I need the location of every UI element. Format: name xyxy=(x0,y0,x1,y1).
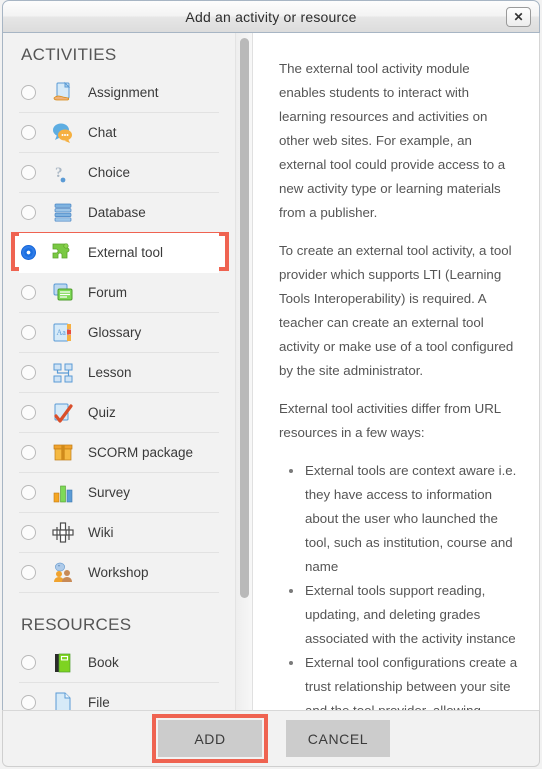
description-bullet: External tool configurations create a tr… xyxy=(289,651,519,712)
scrollbar-thumb[interactable] xyxy=(240,38,249,598)
description-paragraph: External tool activities differ from URL… xyxy=(279,401,501,440)
radio-button[interactable] xyxy=(21,245,36,260)
quiz-icon xyxy=(50,400,76,426)
dialog-body: ACTIVITIES Assignment Chat? Choice Database E… xyxy=(2,33,540,712)
cancel-button[interactable]: CANCEL xyxy=(286,720,390,757)
activity-option-label: Database xyxy=(88,205,146,220)
radio-button[interactable] xyxy=(21,165,36,180)
activity-option-choice[interactable]: ? Choice xyxy=(19,153,219,193)
radio-button[interactable] xyxy=(21,525,36,540)
activity-option-lesson[interactable]: Lesson xyxy=(19,353,219,393)
section-title-activities: ACTIVITIES xyxy=(21,45,117,64)
chat-icon xyxy=(50,120,76,146)
radio-button[interactable] xyxy=(21,565,36,580)
radio-button[interactable] xyxy=(21,205,36,220)
section-title-resources: RESOURCES xyxy=(21,615,132,634)
forum-icon xyxy=(50,280,76,306)
radio-button[interactable] xyxy=(21,485,36,500)
glossary-icon: Aa xyxy=(50,320,76,346)
radio-button[interactable] xyxy=(21,445,36,460)
radio-button[interactable] xyxy=(21,695,36,710)
activity-option-label: File xyxy=(88,695,110,710)
add-button-highlight: ADD xyxy=(152,714,268,763)
file-icon xyxy=(50,690,76,712)
activity-option-wiki[interactable]: Wiki xyxy=(19,513,219,553)
dialog-titlebar: Add an activity or resource ✕ xyxy=(2,0,540,33)
description-bullet-list: External tools are context aware i.e. th… xyxy=(279,459,519,712)
wiki-icon xyxy=(50,520,76,546)
activity-option-label: Wiki xyxy=(88,525,114,540)
add-button[interactable]: ADD xyxy=(158,720,262,757)
activity-option-glossary[interactable]: Aa Glossary xyxy=(19,313,219,353)
activity-option-database[interactable]: Database xyxy=(19,193,219,233)
activity-option-label: Quiz xyxy=(88,405,116,420)
radio-button[interactable] xyxy=(21,405,36,420)
activity-option-label: Survey xyxy=(88,485,131,500)
radio-button[interactable] xyxy=(21,365,36,380)
activity-option-chat[interactable]: Chat xyxy=(19,113,219,153)
radio-button[interactable] xyxy=(21,655,36,670)
activity-option-label: Glossary xyxy=(88,325,142,340)
activity-option-label: Choice xyxy=(88,165,131,180)
dialog-title: Add an activity or resource xyxy=(185,9,357,25)
activity-option-quiz[interactable]: Quiz xyxy=(19,393,219,433)
svg-text:Aa: Aa xyxy=(57,328,67,337)
dialog-footer: ADD CANCEL xyxy=(2,710,540,767)
book-icon xyxy=(50,650,76,676)
activity-option-label: External tool xyxy=(88,245,164,260)
lesson-icon xyxy=(50,360,76,386)
activity-option-scorm-package[interactable]: SCORM package xyxy=(19,433,219,473)
activity-option-label: Assignment xyxy=(88,85,159,100)
choice-icon: ? xyxy=(50,160,76,186)
workshop-icon: " xyxy=(50,560,76,586)
activity-list-panel: ACTIVITIES Assignment Chat? Choice Database E… xyxy=(3,33,236,712)
activity-option-label: Forum xyxy=(88,285,128,300)
activity-option-assignment[interactable]: Assignment xyxy=(19,73,219,113)
description-panel: The external tool activity module enable… xyxy=(253,33,539,712)
activity-option-book[interactable]: Book xyxy=(19,643,219,683)
radio-button[interactable] xyxy=(21,125,36,140)
activity-option-file[interactable]: File xyxy=(19,683,219,712)
description-bullet: External tools support reading, updating… xyxy=(289,579,519,651)
activity-option-survey[interactable]: Survey xyxy=(19,473,219,513)
add-activity-dialog: Add an activity or resource ✕ ACTIVITIES… xyxy=(0,0,542,769)
activity-option-external-tool[interactable]: External tool xyxy=(19,233,219,273)
survey-icon xyxy=(50,480,76,506)
description-paragraph: To create an external tool activity, a t… xyxy=(279,243,514,378)
activity-option-label: Book xyxy=(88,655,119,670)
description-bullet: External tools are context aware i.e. th… xyxy=(289,459,519,579)
activity-option-label: Workshop xyxy=(88,565,149,580)
database-icon xyxy=(50,200,76,226)
radio-button[interactable] xyxy=(21,285,36,300)
assignment-icon xyxy=(50,80,76,106)
activity-option-workshop[interactable]: " Workshop xyxy=(19,553,219,593)
scorm-icon xyxy=(50,440,76,466)
activity-option-label: SCORM package xyxy=(88,445,194,460)
activity-option-label: Lesson xyxy=(88,365,132,380)
close-icon[interactable]: ✕ xyxy=(506,7,531,27)
list-scrollbar[interactable] xyxy=(236,33,253,712)
external-tool-icon xyxy=(50,240,76,266)
cancel-button-wrap: CANCEL xyxy=(286,720,390,757)
activity-option-forum[interactable]: Forum xyxy=(19,273,219,313)
description-paragraph: The external tool activity module enable… xyxy=(279,61,506,220)
activity-option-label: Chat xyxy=(88,125,117,140)
radio-button[interactable] xyxy=(21,85,36,100)
radio-button[interactable] xyxy=(21,325,36,340)
